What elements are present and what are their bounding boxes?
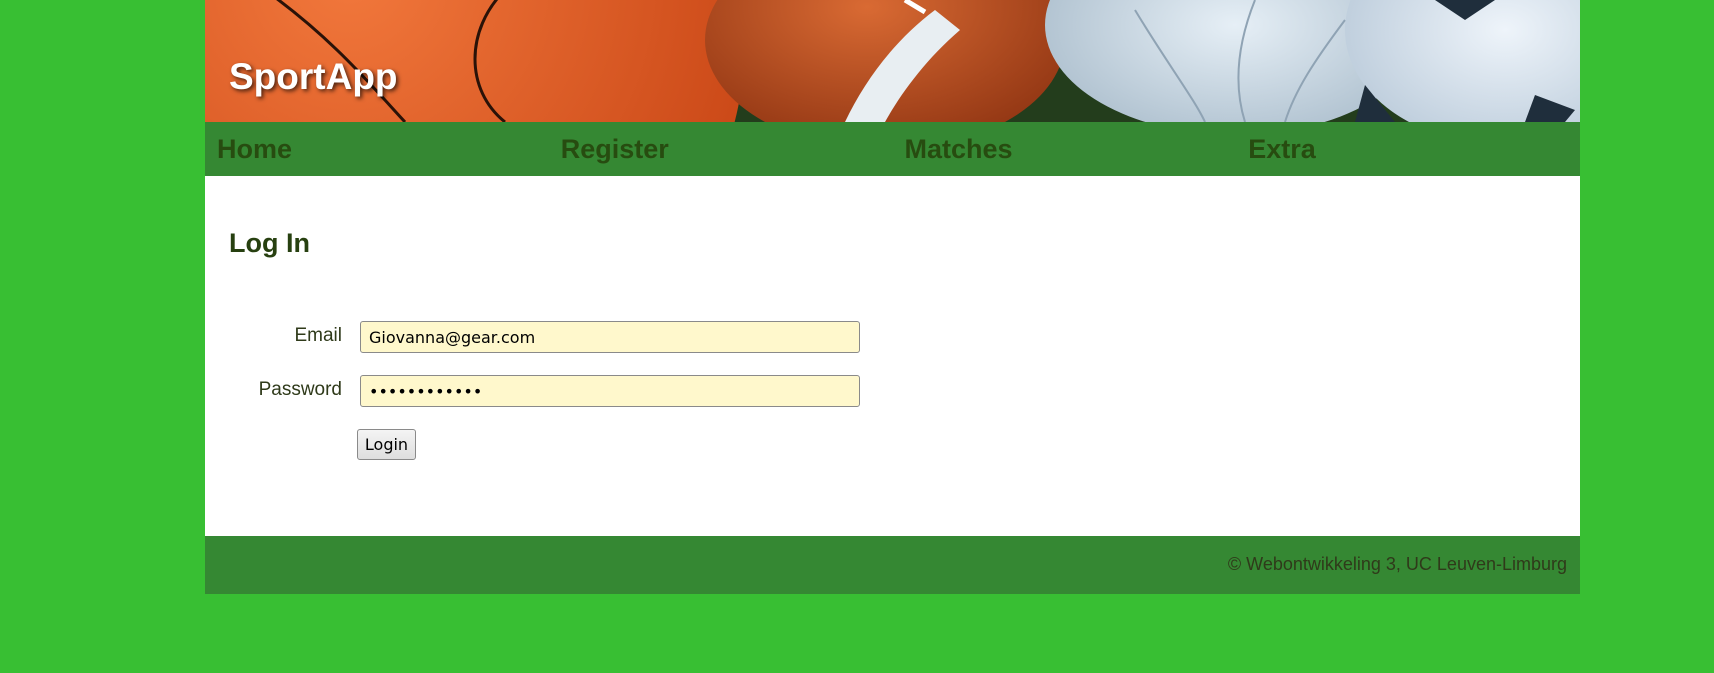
email-label: Email [294,325,342,346]
nav-item-extra[interactable]: Extra [1236,122,1580,176]
app-title: SportApp [229,56,398,97]
page-footer: © Webontwikkeling 3, UC Leuven-Limburg [205,536,1580,594]
login-button[interactable]: Login [357,429,416,460]
password-label: Password [258,379,342,400]
nav-item-home[interactable]: Home [205,122,549,176]
header-banner: SportApp [205,0,1580,122]
nav-item-matches[interactable]: Matches [893,122,1237,176]
email-field[interactable] [360,321,860,353]
password-field[interactable] [360,375,860,407]
american-football [705,0,1065,122]
page-container: SportApp Home Register Matches Extra Log… [205,0,1580,594]
main-content: Log In Email Password Login [205,176,1580,536]
sports-balls-image [205,0,1580,122]
nav-item-register[interactable]: Register [549,122,893,176]
footer-copyright: © Webontwikkeling 3, UC Leuven-Limburg [1227,554,1567,574]
page-title: Log In [229,228,310,258]
main-nav: Home Register Matches Extra [205,122,1580,176]
